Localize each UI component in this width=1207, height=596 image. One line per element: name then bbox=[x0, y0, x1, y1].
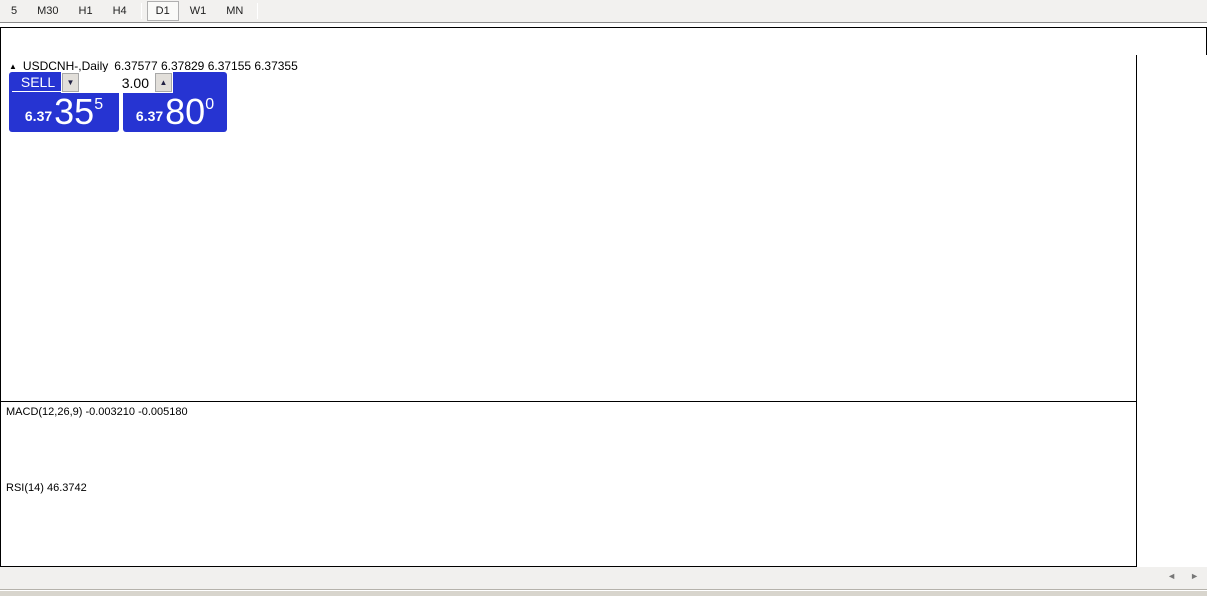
timeframe-button-mn[interactable]: MN bbox=[217, 1, 252, 21]
buy-price: 6.37 80 0 bbox=[123, 93, 227, 132]
buy-price-big: 80 bbox=[165, 95, 205, 129]
lot-size-input[interactable] bbox=[79, 73, 155, 92]
timeframe-toolbar: 5M30H1H4 D1W1MN bbox=[0, 0, 1207, 23]
sell-price-big: 35 bbox=[54, 95, 94, 129]
macd-caption: MACD(12,26,9) -0.003210 -0.005180 bbox=[6, 406, 188, 418]
lot-decrease-button[interactable]: ▼ bbox=[62, 73, 79, 92]
rsi-caption: RSI(14) 46.3742 bbox=[6, 482, 87, 494]
buy-price-pip: 0 bbox=[205, 96, 214, 114]
lot-increase-button[interactable]: ▲ bbox=[155, 73, 172, 92]
chart-window: ▲ USDCNH-,Daily 6.37577 6.37829 6.37155 … bbox=[0, 27, 1207, 567]
symbol-tab-bar: ◄ ► bbox=[0, 567, 1207, 590]
status-strip bbox=[0, 590, 1207, 596]
toolbar-separator bbox=[257, 3, 258, 19]
tabs-scroll-left-icon[interactable]: ◄ bbox=[1167, 571, 1176, 581]
chart-title: ▲ USDCNH-,Daily 6.37577 6.37829 6.37155 … bbox=[9, 59, 298, 73]
ohlc-values: 6.37577 6.37829 6.37155 6.37355 bbox=[114, 59, 298, 73]
macd-panel[interactable] bbox=[1, 430, 1136, 504]
tabs-scroll-right-icon[interactable]: ► bbox=[1190, 571, 1199, 581]
one-click-trade-panel: SELL 6.37 35 5 BUY 6.37 80 0 ▼ ▲ bbox=[9, 72, 227, 132]
collapse-icon[interactable]: ▲ bbox=[9, 62, 17, 71]
buy-price-handle: 6.37 bbox=[136, 108, 163, 124]
toolbar-separator bbox=[141, 3, 142, 19]
buy-button[interactable]: BUY bbox=[293, 73, 338, 92]
price-axis[interactable] bbox=[1136, 55, 1207, 594]
symbol-period-label: USDCNH-,Daily bbox=[23, 59, 108, 73]
timeframe-button-d1[interactable]: D1 bbox=[147, 1, 179, 21]
sell-price-pip: 5 bbox=[94, 96, 103, 114]
sell-button[interactable]: SELL bbox=[12, 73, 64, 92]
timeframe-button-h1[interactable]: H1 bbox=[70, 1, 102, 21]
timeframe-button-5[interactable]: 5 bbox=[2, 1, 26, 21]
timeframe-button-h4[interactable]: H4 bbox=[104, 1, 136, 21]
timeframe-button-m30[interactable]: M30 bbox=[28, 1, 67, 21]
sell-price-handle: 6.37 bbox=[25, 108, 52, 124]
timeframe-button-w1[interactable]: W1 bbox=[181, 1, 216, 21]
sell-price: 6.37 35 5 bbox=[9, 93, 119, 132]
lot-size-spinner: ▼ ▲ bbox=[61, 72, 173, 93]
